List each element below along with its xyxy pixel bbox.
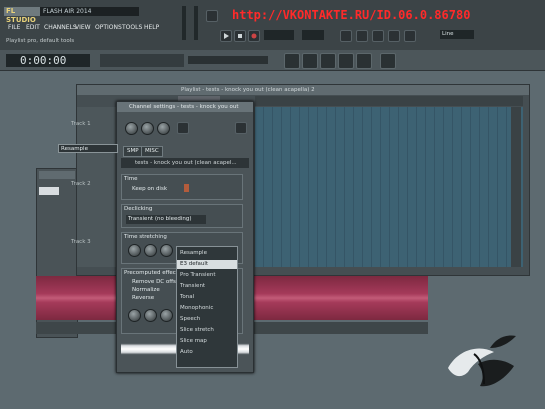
play-button[interactable] <box>220 30 232 42</box>
track-label-3[interactable]: Track 3 <box>71 239 91 245</box>
dropdown-item[interactable]: Monophonic <box>177 304 237 313</box>
pitch-knob[interactable] <box>157 122 170 135</box>
play-icon <box>224 33 229 39</box>
declick-mode-select[interactable]: Transient (no bleeding) <box>126 215 206 224</box>
cpu-meter <box>100 54 184 67</box>
step-edit-icon[interactable] <box>388 30 400 42</box>
pat-song-icon[interactable] <box>206 10 218 22</box>
metronome-icon[interactable] <box>340 30 352 42</box>
sample-window-titlebar[interactable] <box>39 171 75 179</box>
pattern-display[interactable] <box>302 30 324 40</box>
stretch-pitch-knob[interactable] <box>128 244 141 257</box>
reverse-checkbox[interactable]: Reverse <box>132 295 154 301</box>
channel-settings-title[interactable]: Channel settings - tests - knock you out <box>117 102 253 112</box>
fx-icon[interactable] <box>177 122 189 134</box>
dropdown-item[interactable]: Tonal <box>177 293 237 302</box>
dropdown-item[interactable]: Resample <box>177 249 237 258</box>
dropdown-item[interactable]: Speech <box>177 315 237 324</box>
playlist-icon[interactable] <box>284 53 300 69</box>
dropdown-item[interactable]: Slice map <box>177 337 237 346</box>
watermark-url: http://VKONTAKTE.RU/ID.06.0.86780 <box>232 8 471 22</box>
volume-knob[interactable] <box>125 122 138 135</box>
browser-icon[interactable] <box>338 53 354 69</box>
menu-help[interactable]: HELP <box>142 23 161 33</box>
mixer-icon[interactable] <box>356 53 372 69</box>
master-volume-slider[interactable] <box>182 6 186 40</box>
time-stretching-label: Time stretching <box>124 234 167 240</box>
playlist-grid[interactable] <box>255 107 523 267</box>
declicking-label: Declicking <box>124 206 153 212</box>
plugin-icon[interactable] <box>380 53 396 69</box>
vertical-scrollbar[interactable] <box>511 107 521 267</box>
stretch-mode-select[interactable]: Resample <box>58 144 118 153</box>
menu-edit[interactable]: EDIT <box>24 23 42 33</box>
channel-name-field[interactable]: tests - knock you out (clean acapel... <box>121 158 249 168</box>
record-icon <box>251 33 257 39</box>
stretch-mul-knob[interactable] <box>144 244 157 257</box>
tab-sample[interactable]: SMP <box>123 146 143 157</box>
stop-button[interactable] <box>234 30 246 42</box>
track-label-2[interactable]: Track 2 <box>71 181 91 187</box>
fade-out-knob[interactable] <box>144 309 157 322</box>
stretch-mode-dropdown: Resample E3 default Pro Transient Transi… <box>176 246 238 368</box>
record-button[interactable] <box>248 30 260 42</box>
time-display: 0:00:00 <box>6 54 90 67</box>
normalize-checkbox[interactable]: Normalize <box>132 287 160 293</box>
app-logo: FL STUDIO <box>4 7 40 24</box>
declicking-section: Declicking Transient (no bleeding) <box>121 204 243 228</box>
hint-panel <box>188 56 268 64</box>
snap-field[interactable]: Line <box>440 30 474 39</box>
remove-dc-checkbox[interactable]: Remove DC offset <box>132 279 181 285</box>
menu-file[interactable]: FILE <box>6 23 22 33</box>
tab-misc[interactable]: MISC <box>141 146 163 157</box>
fl-leaf-logo <box>448 335 516 387</box>
menu-tools[interactable]: TOOLS <box>120 23 144 33</box>
track-label-1[interactable]: Track 1 <box>71 121 91 127</box>
main-toolbar: FL STUDIO FLASH AIR 2014 FILE EDIT CHANN… <box>0 0 545 51</box>
master-pitch-slider[interactable] <box>194 6 198 40</box>
step-sequencer-icon[interactable] <box>302 53 318 69</box>
timeline-ruler[interactable] <box>255 96 523 106</box>
tempo-display[interactable] <box>264 30 294 40</box>
stop-icon <box>238 34 242 38</box>
close-icon[interactable] <box>235 122 247 134</box>
file-icon[interactable] <box>184 184 189 192</box>
piano-roll-icon[interactable] <box>320 53 336 69</box>
stretch-time-knob[interactable] <box>160 244 173 257</box>
dropdown-item[interactable]: Slice stretch <box>177 326 237 335</box>
time-bar: 0:00:00 <box>0 50 545 71</box>
precomputed-label: Precomputed effect <box>124 270 178 276</box>
dropdown-item-selected[interactable]: E3 default <box>177 260 237 270</box>
song-title: FLASH AIR 2014 <box>40 7 139 16</box>
sample-slot[interactable] <box>39 187 59 195</box>
time-section: Time Keep on disk <box>121 174 243 200</box>
wait-input-icon[interactable] <box>356 30 368 42</box>
loop-record-icon[interactable] <box>404 30 416 42</box>
pan-knob[interactable] <box>141 122 154 135</box>
dropdown-item[interactable]: Transient <box>177 282 237 291</box>
playlist-title[interactable]: Playlist - tests - knock you out (clean … <box>77 85 529 95</box>
dropdown-item[interactable]: Auto <box>177 348 237 357</box>
menu-view[interactable]: VIEW <box>73 23 93 33</box>
countdown-icon[interactable] <box>372 30 384 42</box>
pogo-knob[interactable] <box>160 309 173 322</box>
keep-on-disk-checkbox[interactable]: Keep on disk <box>132 186 167 192</box>
hint-bar: Playlist pro, default tools <box>6 38 75 44</box>
time-label: Time <box>124 176 138 182</box>
fade-in-knob[interactable] <box>128 309 141 322</box>
dropdown-item[interactable]: Pro Transient <box>177 271 237 280</box>
